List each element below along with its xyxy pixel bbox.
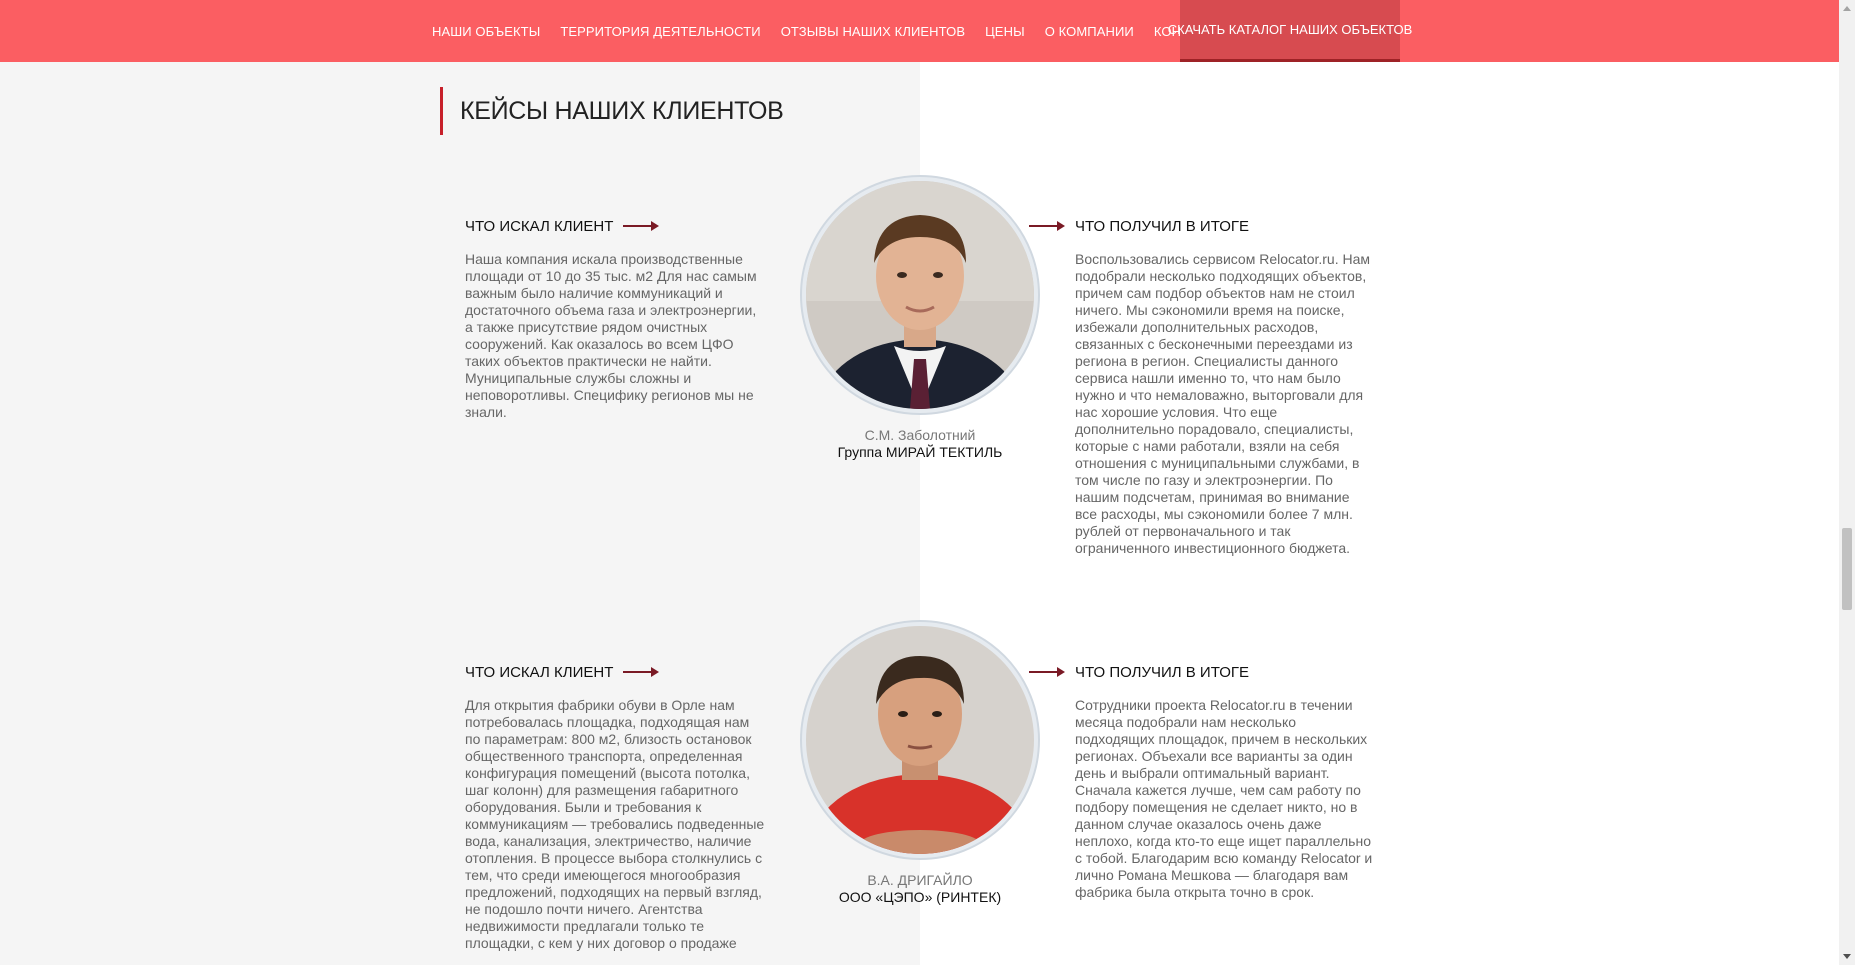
case-2-result: ЧТО ПОЛУЧИЛ В ИТОГЕ Сотрудники проекта R…: [1029, 662, 1375, 901]
section-title: КЕЙСЫ НАШИХ КЛИЕНТОВ: [440, 87, 784, 135]
nav-item-objects[interactable]: НАШИ ОБЪЕКТЫ: [432, 24, 540, 39]
avatar: [800, 175, 1040, 415]
right-background: [920, 0, 1839, 965]
case-2-result-heading: ЧТО ПОЛУЧИЛ В ИТОГЕ: [1075, 663, 1250, 681]
avatar: [800, 620, 1040, 860]
case-1-result: ЧТО ПОЛУЧИЛ В ИТОГЕ Воспользовались серв…: [1029, 216, 1375, 557]
case-1-request-heading: ЧТО ИСКАЛ КЛИЕНТ: [465, 217, 614, 235]
nav-menu: НАШИ ОБЪЕКТЫ ТЕРРИТОРИЯ ДЕЯТЕЛЬНОСТИ ОТЗ…: [432, 0, 1245, 62]
case-1-request-text: Наша компания искала производственные пл…: [465, 251, 757, 420]
case-1-client: С.М. Заболотний Группа МИРАЙ ТЕКТИЛЬ: [800, 175, 1040, 460]
client-name: С.М. Заболотний: [864, 427, 976, 443]
nav-item-territory[interactable]: ТЕРРИТОРИЯ ДЕЯТЕЛЬНОСТИ: [560, 24, 760, 39]
case-1-result-heading: ЧТО ПОЛУЧИЛ В ИТОГЕ: [1075, 217, 1250, 235]
client-photo-icon: [806, 626, 1034, 854]
case-2-request-text: Для открытия фабрики обуви в Орле нам по…: [465, 697, 765, 951]
case-2-result-text: Сотрудники проекта Relocator.ru в течени…: [1075, 697, 1373, 900]
arrow-right-icon: [1029, 667, 1065, 677]
section-title-text: КЕЙСЫ НАШИХ КЛИЕНТОВ: [460, 96, 784, 125]
scroll-down-icon[interactable]: [1843, 954, 1851, 959]
nav-item-reviews[interactable]: ОТЗЫВЫ НАШИХ КЛИЕНТОВ: [781, 24, 965, 39]
client-company: ООО «ЦЭПО» (РИНТЕК): [838, 889, 1002, 905]
download-catalog-button[interactable]: СКАЧАТЬ КАТАЛОГ НАШИХ ОБЪЕКТОВ: [1168, 0, 1412, 62]
left-background: [0, 0, 920, 965]
arrow-right-icon: [1029, 221, 1065, 231]
case-2-request: ЧТО ИСКАЛ КЛИЕНТ Для открытия фабрики об…: [465, 662, 765, 952]
client-name: В.А. ДРИГАЙЛО: [867, 872, 973, 888]
top-navigation: НАШИ ОБЪЕКТЫ ТЕРРИТОРИЯ ДЕЯТЕЛЬНОСТИ ОТЗ…: [0, 0, 1839, 62]
client-company: Группа МИРАЙ ТЕКТИЛЬ: [837, 444, 1003, 460]
case-2-client: В.А. ДРИГАЙЛО ООО «ЦЭПО» (РИНТЕК): [800, 620, 1040, 905]
client-photo-icon: [806, 181, 1034, 409]
scroll-up-icon[interactable]: [1843, 6, 1851, 11]
case-1-result-text: Воспользовались сервисом Relocator.ru. Н…: [1075, 251, 1371, 556]
case-1-request: ЧТО ИСКАЛ КЛИЕНТ Наша компания искала пр…: [465, 216, 765, 421]
nav-item-about[interactable]: О КОМПАНИИ: [1045, 24, 1134, 39]
case-2-request-heading: ЧТО ИСКАЛ КЛИЕНТ: [465, 663, 614, 681]
arrow-right-icon: [623, 667, 660, 677]
page-scrollbar[interactable]: [1839, 0, 1855, 965]
arrow-right-icon: [623, 221, 660, 231]
scrollbar-thumb[interactable]: [1842, 528, 1852, 610]
nav-item-prices[interactable]: ЦЕНЫ: [985, 24, 1025, 39]
